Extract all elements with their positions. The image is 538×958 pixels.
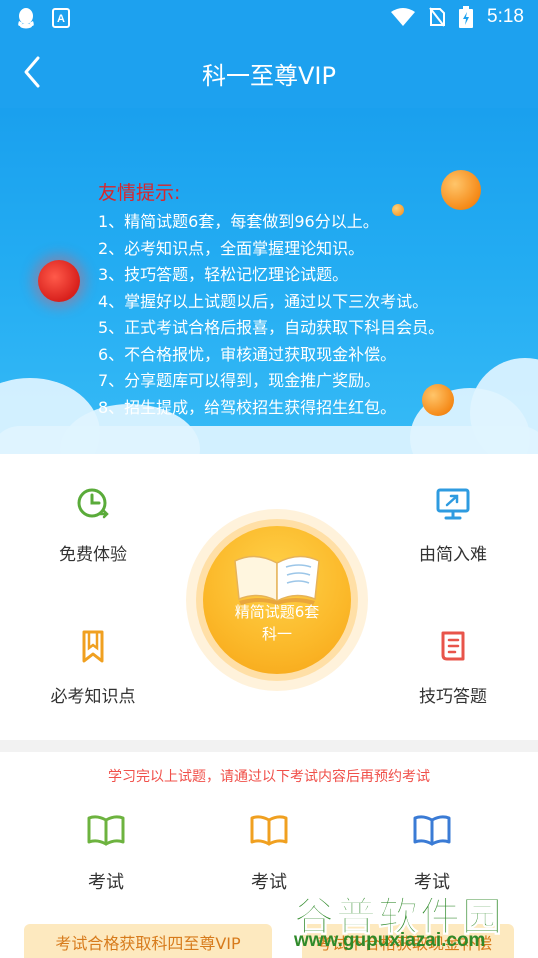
open-book-icon bbox=[234, 555, 320, 605]
tip-item: 1、精简试题6套，每套做到96分以上。 bbox=[98, 212, 379, 231]
orange-ball-decoration bbox=[441, 170, 481, 210]
cloud-decoration bbox=[0, 426, 538, 454]
exam-label: 考试 bbox=[88, 872, 124, 893]
center-line-2: 科一 bbox=[261, 625, 292, 643]
feature-panel: 免费体验 由简入难 必考知识点 技巧答题 精简试题6套 科一 bbox=[0, 454, 538, 740]
tip-item: 2、必考知识点，全面掌握理论知识。 bbox=[98, 238, 365, 258]
center-text: 精简试题6套 科一 bbox=[186, 601, 368, 645]
watermark-logo: 谷普软件园 www.gupuxiazai.com bbox=[294, 884, 530, 958]
exam-button-2[interactable]: 考试 bbox=[224, 814, 314, 894]
monitor-icon bbox=[436, 488, 470, 520]
title-bar: 科一至尊VIP bbox=[0, 36, 538, 108]
green-book-icon bbox=[87, 815, 125, 846]
skill-answer-label: 技巧答题 bbox=[419, 687, 487, 707]
red-ball-decoration bbox=[38, 260, 80, 302]
scroll-icon bbox=[441, 631, 465, 661]
no-sim-icon bbox=[429, 7, 446, 27]
clock-icon bbox=[77, 488, 109, 519]
bookmark-icon bbox=[82, 630, 104, 663]
tips-list: 友情提示: 1、精简试题6套，每套做到96分以上。 2、必考知识点，全面掌握理论… bbox=[98, 178, 444, 421]
tip-item: 3、技巧答题，轻松记忆理论试题。 bbox=[98, 265, 349, 284]
exam-button-1[interactable]: 考试 bbox=[61, 814, 151, 894]
watermark-en: www.gupuxiazai.com bbox=[294, 930, 486, 951]
status-bar: A 5:18 bbox=[0, 0, 538, 36]
tip-item: 4、掌握好以上试题以后，通过以下三次考试。 bbox=[98, 291, 429, 311]
tip-item: 5、正式考试合格后报喜，自动获取下科目会员。 bbox=[98, 318, 445, 337]
vip-reward-button[interactable]: 考试合格获取科四至尊VIP bbox=[24, 924, 272, 958]
tip-item: 7、分享题库可以得到，现金推广奖励。 bbox=[98, 371, 381, 390]
must-know-label: 必考知识点 bbox=[50, 687, 136, 707]
center-line-1: 精简试题6套 bbox=[234, 603, 320, 621]
wifi-icon bbox=[391, 8, 416, 26]
svg-text:A: A bbox=[57, 13, 65, 25]
exam-notice: 学习完以上试题，请通过以下考试内容后再预约考试 bbox=[108, 769, 430, 785]
must-know-button[interactable]: 必考知识点 bbox=[28, 628, 158, 707]
easy-to-hard-label: 由简入难 bbox=[419, 545, 487, 565]
qq-icon bbox=[18, 8, 34, 29]
tips-title: 友情提示: bbox=[98, 182, 181, 204]
clock: 5:18 bbox=[487, 6, 524, 27]
skill-answer-button[interactable]: 技巧答题 bbox=[388, 628, 518, 707]
blue-book-icon bbox=[413, 815, 451, 846]
tip-item: 8、招生提成，给驾校招生获得招生红包。 bbox=[98, 397, 397, 417]
font-app-icon: A bbox=[52, 8, 70, 28]
orange-book-icon bbox=[250, 815, 288, 846]
easy-to-hard-button[interactable]: 由简入难 bbox=[388, 486, 518, 565]
tips-banner: 友情提示: 1、精简试题6套，每套做到96分以上。 2、必考知识点，全面掌握理论… bbox=[0, 108, 538, 454]
exam-button-3[interactable]: 考试 bbox=[387, 814, 477, 894]
page-title: 科一至尊VIP bbox=[202, 62, 336, 90]
battery-charging-icon bbox=[459, 6, 474, 28]
tip-item: 6、不合格报忧，审核通过获取现金补偿。 bbox=[98, 344, 397, 364]
free-trial-label: 免费体验 bbox=[59, 545, 127, 565]
simplified-questions-button[interactable]: 精简试题6套 科一 bbox=[186, 509, 368, 691]
free-trial-button[interactable]: 免费体验 bbox=[28, 486, 158, 565]
